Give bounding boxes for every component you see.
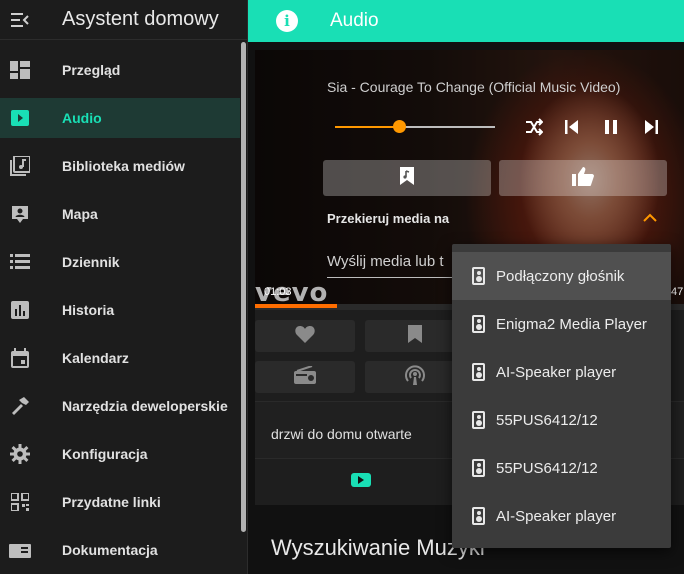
menu-toggle-icon[interactable] <box>0 0 40 40</box>
speaker-option[interactable]: 55PUS6412/12 <box>452 444 671 492</box>
cog-icon <box>0 434 40 474</box>
sidebar-item-biblioteka[interactable]: Biblioteka mediów <box>0 146 240 186</box>
thumb-up-icon <box>572 166 594 191</box>
volume-slider-knob[interactable] <box>393 120 406 133</box>
sidebar-item-label: Dziennik <box>62 254 120 270</box>
heart-icon <box>295 325 315 348</box>
info-icon[interactable]: i <box>276 10 298 32</box>
pause-icon[interactable] <box>600 116 622 138</box>
volume-slider[interactable] <box>335 126 495 128</box>
map-account-icon <box>0 194 40 234</box>
sidebar-item-konfiguracja[interactable]: Konfiguracja <box>0 434 240 474</box>
chart-bar-icon <box>0 290 40 330</box>
sidebar-item-label: Przydatne linki <box>62 494 161 510</box>
speaker-option[interactable]: Podłączony głośnik <box>452 252 671 300</box>
sidebar-item-label: Narzędzia deweloperskie <box>62 398 228 414</box>
speaker-icon <box>472 459 485 477</box>
bookmark-icon <box>408 324 422 348</box>
sidebar-item-mapa[interactable]: Mapa <box>0 194 240 234</box>
speaker-option-label: AI-Speaker player <box>496 363 617 381</box>
app-root: Asystent domowy Przegląd Audio Bibliotek… <box>0 0 684 574</box>
speaker-option[interactable]: 55PUS6412/12 <box>452 396 671 444</box>
calendar-icon <box>0 338 40 378</box>
previous-track-icon[interactable] <box>561 116 583 138</box>
media-library-icon <box>0 146 40 186</box>
radio-button[interactable] <box>255 361 355 393</box>
hammer-icon <box>0 386 40 426</box>
sidebar-item-label: Dokumentacja <box>62 542 158 558</box>
volume-slider-fill <box>335 126 399 128</box>
speaker-option-label: 55PUS6412/12 <box>496 411 598 429</box>
sidebar-item-historia[interactable]: Historia <box>0 290 240 330</box>
time-elapsed: 01:03 <box>264 286 292 298</box>
sidebar-item-kalendarz[interactable]: Kalendarz <box>0 338 240 378</box>
send-media-input[interactable]: Wyślij media lub t <box>327 250 457 278</box>
podcast-button[interactable] <box>365 361 465 393</box>
sidebar-scrollbar[interactable] <box>241 42 246 532</box>
notice-text: drzwi do domu otwarte <box>271 426 412 442</box>
dashboard-icon <box>0 50 40 90</box>
sidebar-item-label: Audio <box>62 110 102 126</box>
speaker-icon <box>472 411 485 429</box>
sidebar-item-label: Biblioteka mediów <box>62 158 185 174</box>
radio-icon <box>294 364 316 389</box>
speaker-dropdown-menu: Podłączony głośnik Enigma2 Media Player … <box>452 244 671 548</box>
sidebar: Asystent domowy Przegląd Audio Bibliotek… <box>0 0 248 574</box>
redirect-media-label: Przekieruj media na <box>327 211 450 226</box>
media-progress-fill <box>255 304 337 308</box>
speaker-icon <box>472 363 485 381</box>
page-title: Audio <box>330 10 379 31</box>
shuffle-icon[interactable] <box>523 116 545 138</box>
speaker-option[interactable]: AI-Speaker player <box>452 492 671 540</box>
speaker-option-label: Podłączony głośnik <box>496 267 625 285</box>
favorite-button[interactable] <box>255 320 355 352</box>
next-track-icon[interactable] <box>640 116 662 138</box>
sidebar-item-audio[interactable]: Audio <box>0 98 240 138</box>
book-icon <box>0 530 40 570</box>
chevron-up-icon[interactable] <box>643 210 657 228</box>
youtube-icon[interactable] <box>351 473 371 487</box>
app-title: Asystent domowy <box>62 8 219 30</box>
sidebar-item-narzedzia[interactable]: Narzędzia deweloperskie <box>0 386 240 426</box>
podcast-icon <box>404 364 426 390</box>
speaker-option[interactable]: AI-Speaker player <box>452 348 671 396</box>
song-title: Sia - Courage To Change (Official Music … <box>327 79 621 95</box>
sidebar-item-label: Mapa <box>62 206 98 222</box>
speaker-option-label: AI-Speaker player <box>496 507 617 525</box>
time-remaining: 47 <box>671 286 684 298</box>
list-icon <box>0 242 40 282</box>
speaker-icon <box>472 507 485 525</box>
sidebar-item-label: Historia <box>62 302 115 318</box>
bookmark-music-icon <box>400 166 414 190</box>
sidebar-item-dokumentacja[interactable]: Dokumentacja <box>0 530 240 570</box>
sidebar-item-linki[interactable]: Przydatne linki <box>0 482 240 522</box>
bookmark-music-button[interactable] <box>323 160 491 196</box>
bookmark-button[interactable] <box>365 320 465 352</box>
thumb-up-button[interactable] <box>499 160 667 196</box>
sidebar-item-label: Konfiguracja <box>62 446 148 462</box>
speaker-option[interactable]: Enigma2 Media Player <box>452 300 671 348</box>
sidebar-item-przeglad[interactable]: Przegląd <box>0 50 240 90</box>
speaker-icon <box>472 267 485 285</box>
speaker-option-label: 55PUS6412/12 <box>496 459 598 477</box>
speaker-option-label: Enigma2 Media Player <box>496 315 647 333</box>
play-box-icon <box>0 98 40 138</box>
qrcode-icon <box>0 482 40 522</box>
sidebar-item-dziennik[interactable]: Dziennik <box>0 242 240 282</box>
sidebar-header: Asystent domowy <box>0 0 247 40</box>
top-bar: i Audio <box>248 0 684 42</box>
sidebar-item-label: Przegląd <box>62 62 121 78</box>
sidebar-item-label: Kalendarz <box>62 350 129 366</box>
speaker-icon <box>472 315 485 333</box>
